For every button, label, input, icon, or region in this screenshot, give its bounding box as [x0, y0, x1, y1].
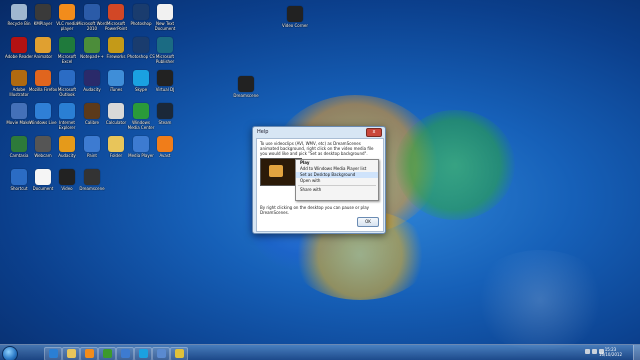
desktop-icon[interactable]: Virtual DJ [150, 70, 180, 106]
paint-icon [84, 136, 100, 152]
calibre-icon [84, 103, 100, 119]
desktop: Recycle Bin KMPlayer VLC media player Micro… [0, 0, 640, 360]
avast-icon [157, 136, 173, 152]
desktop-icon[interactable]: Microsoft Publisher [150, 37, 180, 73]
movie-maker-icon [11, 103, 27, 119]
firefox-icon [35, 70, 51, 86]
steam-icon [157, 103, 173, 119]
taskbar-chrome-button[interactable] [170, 347, 188, 360]
fireworks-icon [108, 37, 124, 53]
ie-icon [59, 103, 75, 119]
ie-icon [48, 349, 58, 358]
skype-icon [133, 70, 149, 86]
document-icon [35, 169, 51, 185]
desktop-icon[interactable]: Dreamscene [231, 76, 261, 112]
desktop-icon[interactable]: Dreamscene [77, 169, 107, 205]
desktop-icon[interactable]: New Text Document [150, 4, 180, 40]
start-button[interactable] [2, 346, 18, 360]
taskbar-ie-button[interactable] [44, 347, 62, 360]
preview-thumbnail-icon [269, 165, 283, 177]
tray-flag-icon[interactable] [585, 349, 590, 354]
audacity-icon [84, 70, 100, 86]
desktop-icon[interactable]: Steam [150, 103, 180, 139]
media-player-icon [133, 136, 149, 152]
notepad-icon [84, 37, 100, 53]
desktop-icon-label: Steam [158, 120, 172, 125]
help-dialog: Help x To use videoclips (AVI, WMV, etc)… [252, 126, 386, 234]
outlook-icon [59, 70, 75, 86]
video-icon [59, 169, 75, 185]
dialog-message: To use videoclips (AVI, WMV, etc) as Dre… [260, 141, 374, 156]
dialog-body: To use videoclips (AVI, WMV, etc) as Dre… [256, 138, 384, 232]
taskbar-skype-button[interactable] [134, 347, 152, 360]
paint-icon [156, 349, 166, 358]
desktop-icon-label: Dreamscene [233, 93, 259, 98]
dialog-hint: By right clicking on the desktop you can… [260, 205, 370, 215]
dreamscene-icon [84, 169, 100, 185]
taskbar-windows-live-button[interactable] [116, 347, 134, 360]
itunes-icon [108, 70, 124, 86]
recycle-bin-icon [11, 4, 27, 20]
wallpaper-glow [470, 250, 610, 350]
shortcut-icon [11, 169, 27, 185]
webcam-icon [35, 136, 51, 152]
context-item-open-with[interactable]: Open with [296, 178, 378, 184]
headphones-icon [59, 136, 75, 152]
video-corner-icon [287, 6, 303, 22]
adobe-reader-icon [11, 37, 27, 53]
desktop-icon-label: Virtual DJ [155, 87, 175, 92]
ok-button[interactable]: OK [357, 217, 379, 227]
text-document-icon [157, 4, 173, 20]
virtualdj-icon [157, 70, 173, 86]
utorrent-icon [102, 349, 112, 358]
powerpoint-icon [108, 4, 124, 20]
desktop-icon-label: Avast [159, 153, 171, 158]
tray-network-icon[interactable] [592, 349, 597, 354]
desktop-icon-label: Video Corner [282, 23, 308, 28]
folder-icon [108, 136, 124, 152]
desktop-icon[interactable]: Video Corner [280, 6, 310, 42]
desktop-icon-label: Dreamscene [79, 186, 105, 191]
desktop-icon-label: New Text Document [154, 21, 176, 31]
kmplayer-icon [35, 4, 51, 20]
context-item-share-with[interactable]: Share with [296, 187, 378, 193]
folder-icon [66, 349, 76, 358]
clock[interactable]: 15:23 16/10/2012 [599, 347, 622, 357]
taskbar-utorrent-button[interactable] [98, 347, 116, 360]
taskbar-media-player-button[interactable] [80, 347, 98, 360]
taskbar-paint-button[interactable] [152, 347, 170, 360]
media-center-icon [133, 103, 149, 119]
chrome-icon [174, 349, 184, 358]
excel-icon [59, 37, 75, 53]
camtasia-icon [11, 136, 27, 152]
dreamscene-icon [238, 76, 254, 92]
show-desktop-button[interactable] [633, 345, 640, 360]
taskbar: 15:23 16/10/2012 [0, 344, 640, 360]
desktop-icon[interactable]: Avast [150, 136, 180, 172]
word-icon [84, 4, 100, 20]
wallpaper-swirl-green [395, 110, 515, 220]
vlc-icon [59, 4, 75, 20]
context-menu: Play Add to Windows Media Player list Se… [295, 159, 379, 201]
desktop-icon-label: Microsoft Publisher [155, 54, 175, 64]
windows-live-icon [120, 349, 130, 358]
animator-icon [35, 37, 51, 53]
illustrator-icon [11, 70, 27, 86]
clock-date: 16/10/2012 [598, 352, 622, 357]
calculator-icon [108, 103, 124, 119]
publisher-icon [157, 37, 173, 53]
dialog-close-button[interactable]: x [366, 128, 382, 137]
photoshop-icon [133, 37, 149, 53]
photoshop-icon [133, 4, 149, 20]
windows-live-icon [35, 103, 51, 119]
skype-icon [138, 349, 148, 358]
taskbar-explorer-button[interactable] [62, 347, 80, 360]
media-player-icon [84, 349, 94, 358]
context-separator [298, 185, 376, 186]
